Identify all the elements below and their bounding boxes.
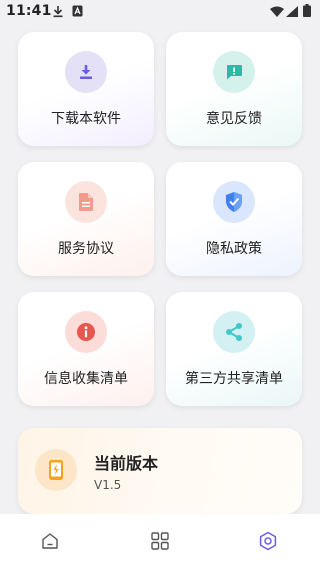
phone-icon: [49, 460, 63, 480]
signal-icon: [286, 6, 298, 17]
info-collection-card[interactable]: 信息收集清单: [18, 292, 154, 406]
home-icon: [42, 533, 58, 549]
current-version-card[interactable]: 当前版本 V1.5: [18, 428, 302, 514]
status-time: 11:41: [6, 3, 52, 19]
feedback-icon: [227, 65, 242, 80]
privacy-policy-card[interactable]: 隐私政策: [166, 162, 302, 276]
share-icon-circle: [213, 311, 255, 353]
info-icon-circle: [65, 311, 107, 353]
notification-a-icon: [72, 5, 83, 17]
grid-icon: [151, 532, 169, 550]
privacy-icon-circle: [213, 181, 255, 223]
card-label: 下载本软件: [51, 111, 121, 127]
service-agreement-card[interactable]: 服务协议: [18, 162, 154, 276]
download-status-icon: [53, 6, 63, 18]
card-label: 隐私政策: [206, 241, 262, 257]
version-title: 当前版本: [94, 454, 159, 473]
document-icon: [79, 193, 93, 211]
download-icon: [80, 65, 92, 79]
download-icon-circle: [65, 51, 107, 93]
feedback-card[interactable]: 意见反馈: [166, 32, 302, 146]
version-icon-circle: [35, 449, 77, 491]
card-label: 意见反馈: [206, 111, 262, 127]
third-party-sharing-card[interactable]: 第三方共享清单: [166, 292, 302, 406]
card-label: 信息收集清单: [44, 371, 128, 387]
agreement-icon-circle: [65, 181, 107, 223]
version-value: V1.5: [94, 478, 122, 492]
battery-icon: [303, 4, 311, 17]
wifi-icon: [270, 6, 284, 17]
download-app-card[interactable]: 下载本软件: [18, 32, 154, 146]
feedback-icon-circle: [213, 51, 255, 93]
nav-home[interactable]: [40, 531, 60, 551]
bottom-nav: [0, 514, 320, 568]
nav-apps[interactable]: [150, 531, 170, 551]
info-icon: [77, 323, 95, 341]
card-label: 第三方共享清单: [185, 371, 283, 387]
status-bar: 11:41: [0, 0, 320, 24]
nav-settings[interactable]: [258, 531, 278, 551]
share-icon: [226, 323, 242, 341]
settings-icon: [259, 531, 277, 551]
card-label: 服务协议: [58, 241, 114, 257]
shield-icon: [226, 192, 242, 212]
